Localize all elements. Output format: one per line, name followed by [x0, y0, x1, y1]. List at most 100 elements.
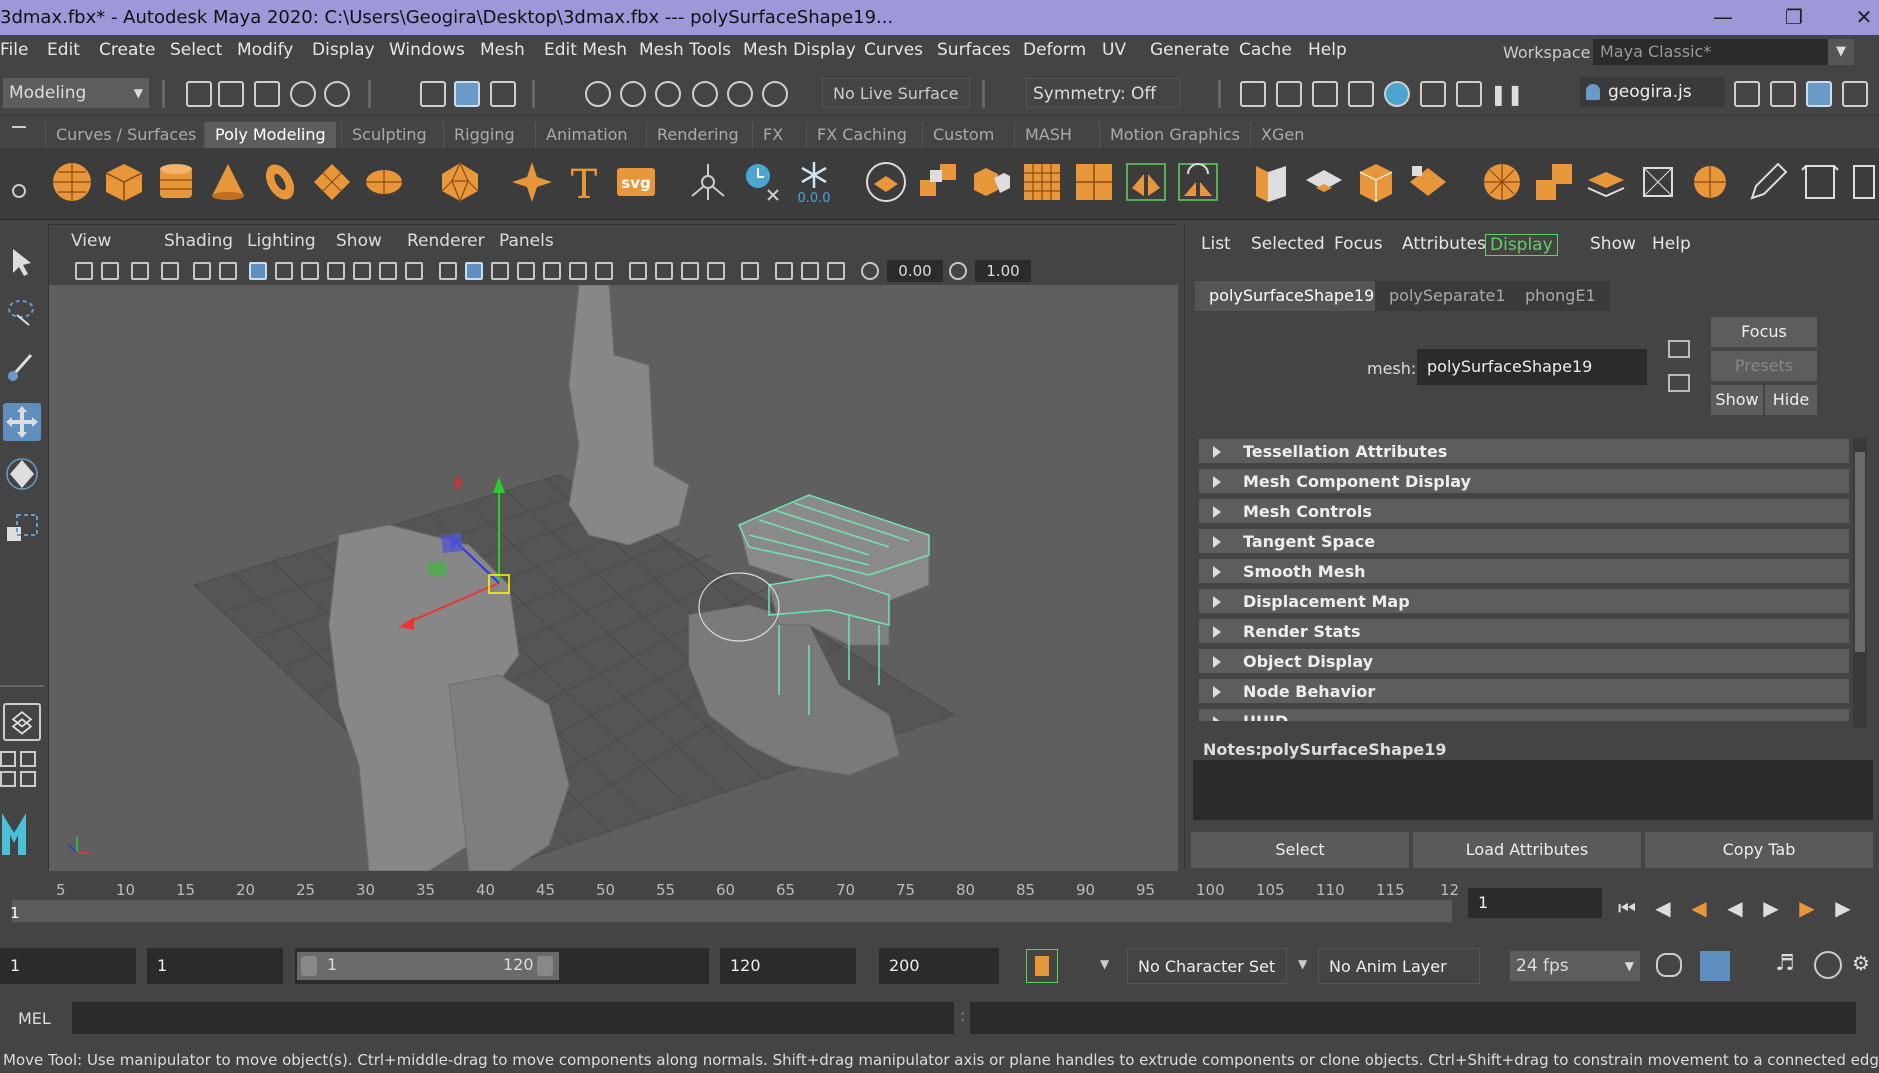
bridge-icon[interactable]: [1176, 160, 1220, 204]
tab-phonge1[interactable]: phongE1: [1511, 281, 1610, 311]
menu-uv[interactable]: UV: [1102, 40, 1126, 60]
render-current-icon[interactable]: [1240, 81, 1266, 107]
ae-menu-selected[interactable]: Selected: [1251, 234, 1325, 254]
play-backwards-icon[interactable]: ◀: [1720, 893, 1750, 923]
playback-end-field[interactable]: 120: [720, 948, 856, 984]
xray-icon[interactable]: [775, 262, 793, 280]
snowflake-icon[interactable]: 0.0.0: [792, 160, 836, 206]
combine-icon[interactable]: [864, 160, 908, 204]
svg-tool-icon[interactable]: svg: [614, 160, 658, 204]
channel-box-icon[interactable]: [1842, 81, 1868, 107]
lights-icon[interactable]: [569, 262, 587, 280]
mel-input[interactable]: [72, 1002, 954, 1034]
motion-blur-icon[interactable]: [655, 262, 673, 280]
outliner-persp-icon[interactable]: [20, 751, 36, 767]
input-connections-icon[interactable]: [1668, 340, 1690, 358]
xray-joints-icon[interactable]: [801, 262, 819, 280]
uv-editor-icon[interactable]: [1798, 160, 1842, 204]
shadows-icon[interactable]: [595, 262, 613, 280]
redo-icon[interactable]: [324, 81, 350, 107]
extract-icon[interactable]: [968, 160, 1012, 204]
image-plane-icon[interactable]: [161, 262, 179, 280]
camera-icon[interactable]: [75, 262, 93, 280]
focus-button[interactable]: Focus: [1711, 317, 1817, 347]
field-chart-icon[interactable]: [353, 262, 371, 280]
safe-title-icon[interactable]: [405, 262, 423, 280]
symmetry-select[interactable]: Symmetry: Off: [1026, 78, 1180, 108]
default-material-icon[interactable]: [491, 262, 509, 280]
tab-custom[interactable]: Custom: [922, 122, 1004, 148]
tab-xgen[interactable]: XGen: [1250, 122, 1314, 148]
range-slider-handle[interactable]: 1 120: [297, 952, 559, 980]
undo-icon[interactable]: [290, 81, 316, 107]
extrude-icon[interactable]: [1302, 160, 1346, 204]
step-forward-key-icon[interactable]: ▶: [1792, 893, 1822, 923]
type-clock-icon[interactable]: [740, 160, 784, 204]
section-tangent-space[interactable]: Tangent Space: [1199, 529, 1849, 555]
live-surface-field[interactable]: No Live Surface: [822, 78, 970, 108]
close-icon[interactable]: ✕: [1844, 0, 1879, 35]
reduce-icon[interactable]: [1072, 160, 1116, 204]
chevron-down-icon[interactable]: ▼: [1298, 957, 1307, 971]
section-render-stats[interactable]: Render Stats: [1199, 619, 1849, 645]
section-uuid[interactable]: UUID: [1199, 709, 1849, 723]
exposure-icon[interactable]: [861, 262, 879, 280]
gear-icon[interactable]: ⚙: [1852, 951, 1876, 979]
menu-edit[interactable]: Edit: [47, 40, 80, 60]
platonic-solid-icon[interactable]: [438, 160, 482, 204]
smooth-icon[interactable]: [1020, 160, 1064, 204]
gamma-icon[interactable]: [949, 262, 967, 280]
section-node-behavior[interactable]: Node Behavior: [1199, 679, 1849, 705]
chevron-down-icon[interactable]: ▼: [1100, 957, 1109, 971]
cache-playback-icon[interactable]: [1700, 951, 1730, 981]
auto-key-icon[interactable]: [1026, 949, 1058, 983]
play-forwards-icon[interactable]: ▶: [1756, 893, 1786, 923]
pencil-icon[interactable]: [1746, 160, 1790, 204]
poly-sphere-icon[interactable]: [50, 160, 94, 204]
screen-space-ao-icon[interactable]: [629, 262, 647, 280]
section-mesh-component-display[interactable]: Mesh Component Display: [1199, 469, 1849, 495]
save-scene-icon[interactable]: [254, 81, 280, 107]
loop-icon[interactable]: [1656, 953, 1682, 977]
grease-pencil-icon[interactable]: [219, 262, 237, 280]
animation-start-field[interactable]: 1: [0, 948, 136, 984]
wireframe-icon[interactable]: [439, 262, 457, 280]
step-back-frame-icon[interactable]: ◀: [1648, 893, 1678, 923]
ipr-render-icon[interactable]: [1312, 81, 1338, 107]
select-component-icon[interactable]: [490, 81, 516, 107]
tab-mash[interactable]: MASH: [1014, 122, 1082, 148]
section-tessellation-attributes[interactable]: Tessellation Attributes: [1199, 439, 1849, 465]
two-d-pan-icon[interactable]: [193, 262, 211, 280]
tab-polysurfaceshape19[interactable]: polySurfaceShape19: [1195, 281, 1389, 311]
open-scene-icon[interactable]: [218, 81, 244, 107]
poly-cube-icon[interactable]: [102, 160, 146, 204]
current-time-marker[interactable]: 1: [10, 904, 20, 922]
pause-icon[interactable]: ❚❚: [1490, 81, 1524, 107]
menu-modify[interactable]: Modify: [237, 40, 293, 60]
tab-motion-graphics[interactable]: Motion Graphics: [1099, 122, 1250, 148]
select-tool-icon[interactable]: [3, 243, 41, 281]
append-polygon-icon[interactable]: [1406, 160, 1450, 204]
camera-attributes-icon[interactable]: [101, 262, 119, 280]
render-setup-icon[interactable]: [1456, 81, 1482, 107]
render-view-icon[interactable]: [1420, 81, 1446, 107]
bridge-faces-icon[interactable]: [1354, 160, 1398, 204]
smooth-shade-icon[interactable]: [465, 262, 483, 280]
output-connections-icon[interactable]: [1668, 374, 1690, 392]
ae-menu-attributes[interactable]: Attributes: [1402, 234, 1486, 254]
rotate-tool-icon[interactable]: [3, 455, 41, 493]
graph-persp-icon[interactable]: [0, 771, 16, 787]
menu-display[interactable]: Display: [312, 40, 375, 60]
select-object-icon[interactable]: [454, 81, 480, 107]
tab-animation[interactable]: Animation: [535, 122, 638, 148]
scene-view[interactable]: persp: [49, 284, 1178, 916]
render-sequence-icon[interactable]: [1276, 81, 1302, 107]
range-start-handle[interactable]: [301, 956, 317, 976]
sculpt-icon[interactable]: [1688, 160, 1732, 204]
snap-live-icon[interactable]: [727, 81, 753, 107]
section-displacement-map[interactable]: Displacement Map: [1199, 589, 1849, 615]
poly-cylinder-icon[interactable]: [154, 160, 198, 204]
snap-grid-icon[interactable]: [585, 81, 611, 107]
menuset-select[interactable]: Modeling ▼: [3, 78, 149, 108]
workspace-select[interactable]: Maya Classic* ▼: [1593, 39, 1854, 65]
